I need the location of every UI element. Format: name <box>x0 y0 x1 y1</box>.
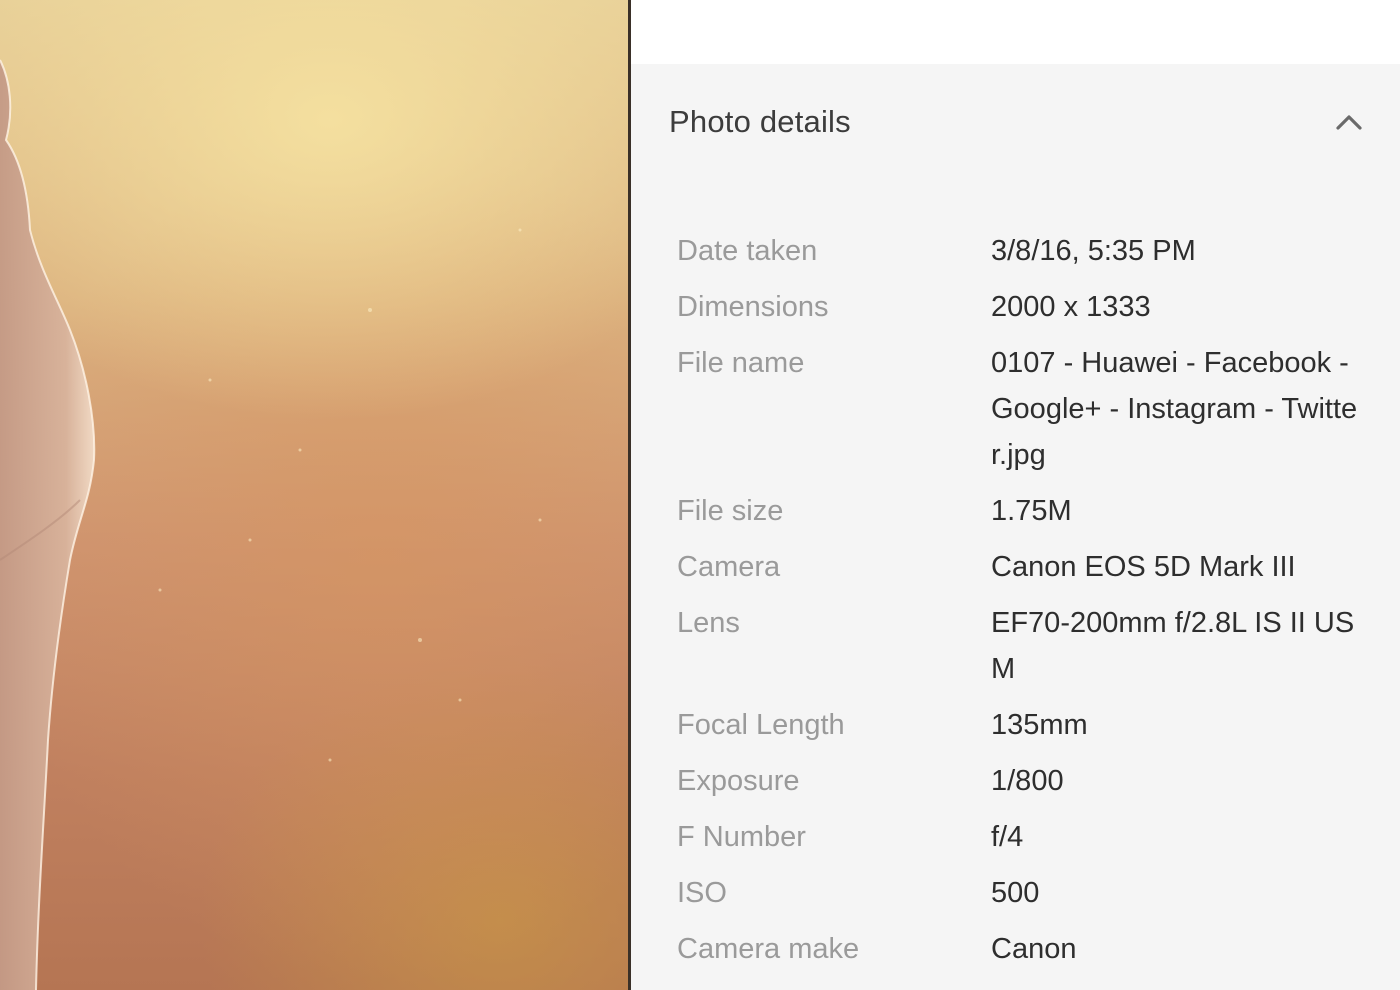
photo-hand-silhouette <box>0 59 542 990</box>
detail-value: 135mm <box>991 709 1088 741</box>
detail-label: Focal Length <box>677 709 845 741</box>
detail-label: Dimensions <box>677 291 829 323</box>
detail-row-camera: Camera Canon EOS 5D Mark III <box>677 544 1377 590</box>
detail-row-exposure: Exposure 1/800 <box>677 758 1377 804</box>
panel-top-bar <box>631 0 1400 64</box>
detail-value: f/4 <box>991 821 1024 853</box>
photo-image[interactable] <box>0 0 628 990</box>
detail-value: 1.75M <box>991 495 1072 527</box>
detail-row-lens: Lens EF70-200mm f/2.8L IS II USM <box>677 600 1377 692</box>
detail-label: File size <box>677 495 784 527</box>
details-list: Date taken 3/8/16, 5:35 PM Dimensions 20… <box>677 228 1377 982</box>
detail-value: Canon <box>991 933 1077 965</box>
detail-value: 3/8/16, 5:35 PM <box>991 235 1196 267</box>
detail-row-iso: ISO 500 <box>677 870 1377 916</box>
detail-label: Camera make <box>677 933 860 965</box>
detail-row-f-number: F Number f/4 <box>677 814 1377 860</box>
detail-value: 1/800 <box>991 765 1064 797</box>
detail-row-file-name: File name 0107 - Huawei - Facebook - Goo… <box>677 340 1377 478</box>
detail-value: EF70-200mm f/2.8L IS II USM <box>991 607 1355 685</box>
photo-details-panel: Photo details Date taken 3/8/16, 5:35 PM… <box>631 64 1400 990</box>
chevron-up-icon <box>1336 115 1362 130</box>
detail-value: 500 <box>991 877 1040 909</box>
detail-row-focal-length: Focal Length 135mm <box>677 702 1377 748</box>
detail-label: F Number <box>677 821 806 853</box>
detail-value: Canon EOS 5D Mark III <box>991 551 1296 583</box>
panel-title: Photo details <box>669 104 851 139</box>
detail-value: 2000 x 1333 <box>991 291 1151 323</box>
panel-header: Photo details <box>669 100 1369 144</box>
detail-row-camera-make: Camera make Canon <box>677 926 1377 972</box>
detail-label: Lens <box>677 607 740 639</box>
detail-label: File name <box>677 347 805 379</box>
photo-viewer: Photo details Date taken 3/8/16, 5:35 PM… <box>0 0 1400 990</box>
detail-value: 0107 - Huawei - Facebook - Google+ - Ins… <box>991 347 1358 471</box>
detail-label: Exposure <box>677 765 800 797</box>
detail-label: ISO <box>677 877 727 909</box>
detail-row-file-size: File size 1.75M <box>677 488 1377 534</box>
detail-label: Date taken <box>677 235 818 267</box>
detail-label: Camera <box>677 551 781 583</box>
detail-row-dimensions: Dimensions 2000 x 1333 <box>677 284 1377 330</box>
detail-row-date-taken: Date taken 3/8/16, 5:35 PM <box>677 228 1377 274</box>
collapse-button[interactable] <box>1327 100 1371 144</box>
